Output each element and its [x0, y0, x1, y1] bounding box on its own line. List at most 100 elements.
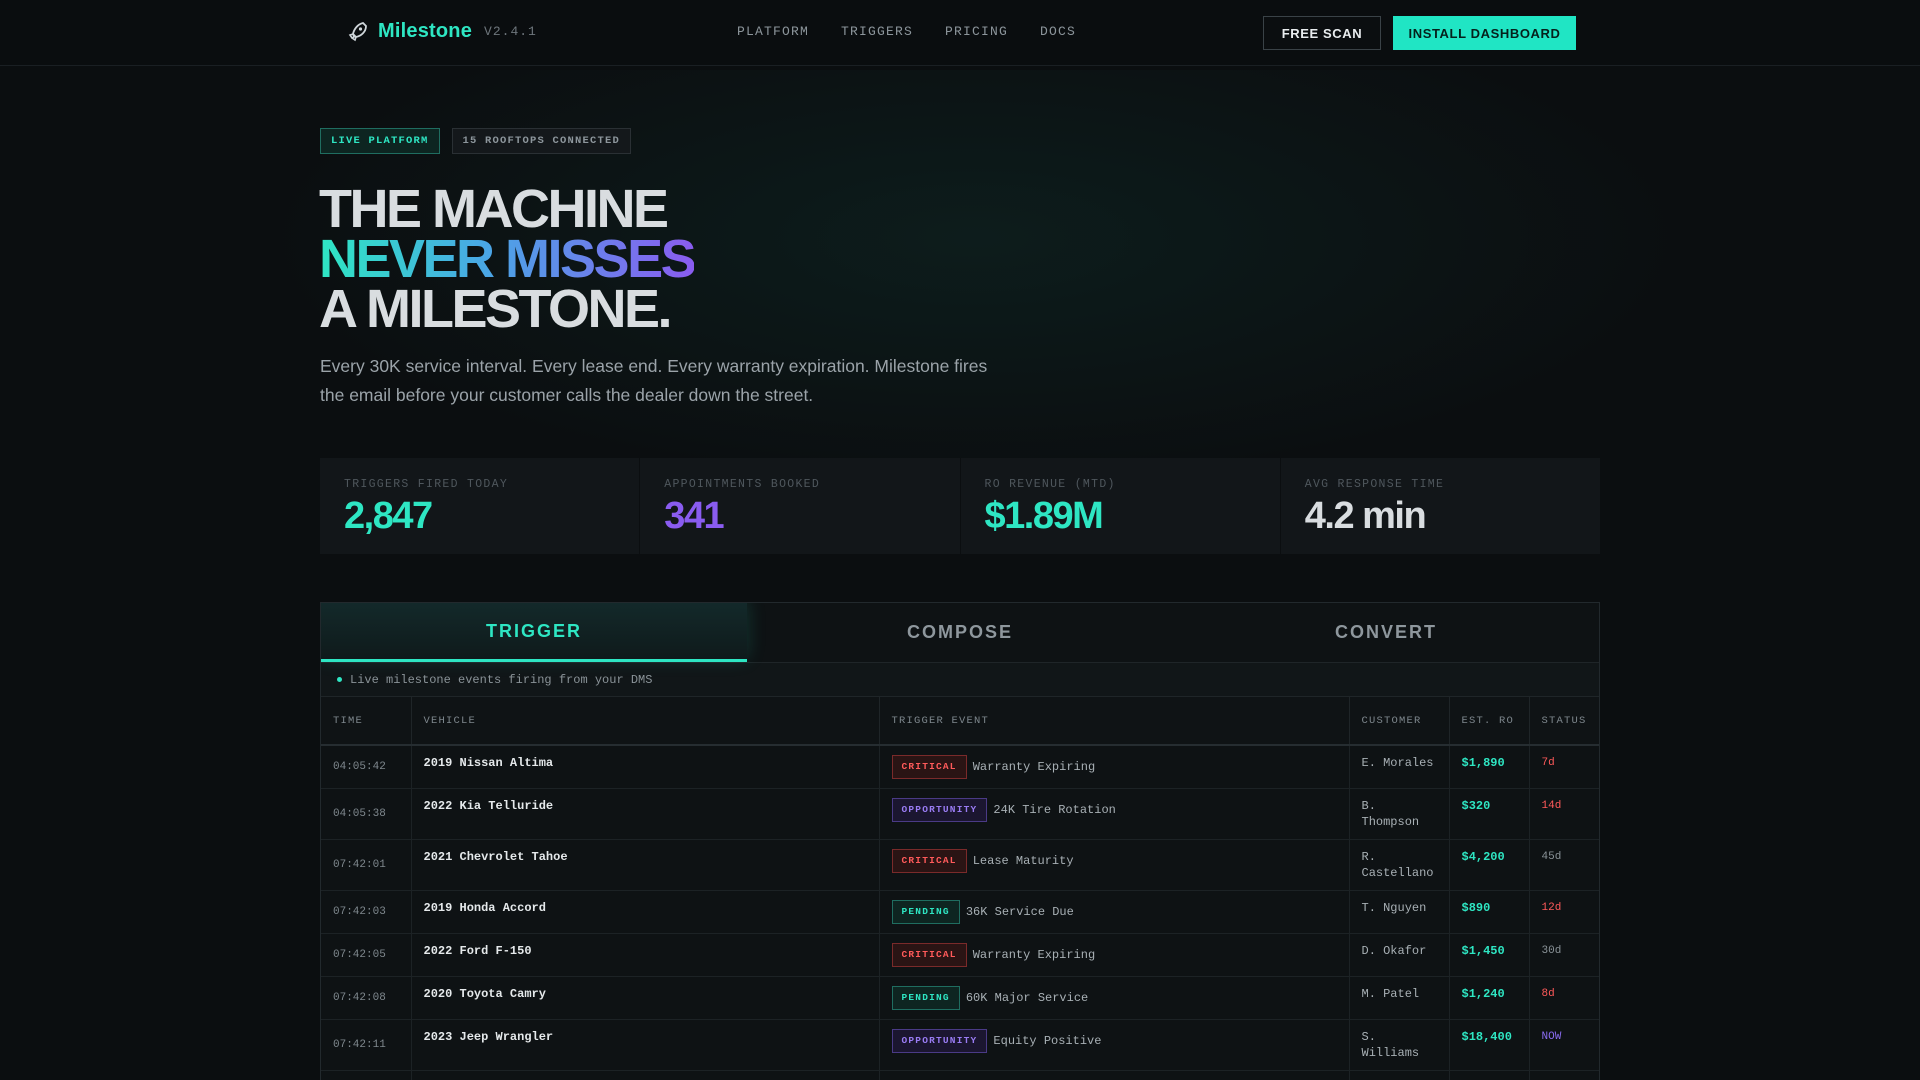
cell-trigger-event: PENDING30K Oil + Inspection: [879, 1070, 1350, 1080]
table-row[interactable]: 07:42:01 2021 Chevrolet Tahoe CRITICAL Leas…: [321, 839, 1599, 891]
col-header-est-ro[interactable]: EST. RO: [1449, 697, 1530, 746]
tab-compose[interactable]: COMPOSE: [747, 603, 1173, 662]
cell-time: 07:42:01: [321, 839, 412, 891]
stat-label: APPOINTMENTS BOOKED: [664, 478, 821, 491]
version-label: V2.4.1: [484, 24, 537, 39]
table-header-row: TIME VEHICLE TRIGGER EVENT CUSTOMER EST.…: [321, 697, 1599, 746]
hero-line-1: THE MACHINE: [319, 179, 669, 239]
cell-trigger-event: CRITICAL Warranty Expiring: [879, 745, 1350, 789]
cell-vehicle: 2020 BMW 3 Series: [411, 1070, 880, 1080]
stat-label: AVG RESPONSE TIME: [1304, 478, 1445, 491]
nav-link-platform[interactable]: PLATFORM: [737, 24, 809, 39]
stat-value: 341: [664, 495, 724, 537]
cell-vehicle: 2022 Kia Telluride: [411, 788, 880, 840]
stat-label: TRIGGERS FIRED TODAY: [344, 478, 509, 491]
stats-bar: TRIGGERS FIRED TODAY 2,847 APPOINTMENTS …: [320, 458, 1600, 554]
col-header-status[interactable]: STATUS: [1529, 697, 1599, 746]
table-row[interactable]: 07:42:08 2020 Toyota Camry PENDING 60K Majo…: [321, 976, 1599, 1020]
tab-trigger[interactable]: TRIGGER: [321, 603, 747, 662]
cell-customer: D. Okafor: [1349, 933, 1450, 977]
cell-est-ro: $890: [1449, 890, 1530, 934]
table-row[interactable]: 07:42:03 2019 Honda Accord PENDING 36K Serv…: [321, 890, 1599, 934]
event-severity-badge: PENDING: [891, 986, 960, 1010]
cell-time: 07:42:14: [321, 1070, 412, 1080]
nav-link-pricing[interactable]: PRICING: [945, 24, 1008, 39]
tab-convert[interactable]: CONVERT: [1173, 603, 1599, 662]
free-scan-button[interactable]: FREE SCAN: [1263, 16, 1381, 50]
cell-vehicle: 2023 Jeep Wrangler: [411, 1019, 880, 1071]
brand[interactable]: Milestone V2.4.1: [348, 20, 537, 43]
cell-status: 7d: [1529, 745, 1599, 789]
brand-name: Milestone: [378, 20, 473, 42]
nav-link-docs[interactable]: DOCS: [1040, 24, 1076, 39]
live-platform-badge: LIVE PLATFORM: [320, 128, 440, 154]
hero-subtext: Every 30K service interval. Every lease …: [320, 356, 988, 405]
tab-bar: TRIGGER COMPOSE CONVERT: [321, 603, 1599, 663]
stat-label: RO REVENUE (MTD): [984, 478, 1116, 491]
cell-customer: J. Kowalski: [1349, 1070, 1450, 1080]
event-label: 60K Major Service: [965, 991, 1089, 1005]
table-row[interactable]: 04:05:38 2022 Kia Telluride OPPORTUNITY 24K…: [321, 788, 1599, 840]
cell-status: 6d: [1529, 1070, 1599, 1080]
col-header-trigger-event[interactable]: TRIGGER EVENT: [879, 697, 1350, 746]
cell-customer: B. Thompson: [1349, 788, 1450, 840]
event-severity-badge: PENDING: [891, 900, 960, 924]
stat-triggers: TRIGGERS FIRED TODAY 2,847: [320, 458, 641, 554]
cell-time: 04:05:38: [321, 788, 412, 840]
cell-status: 12d: [1529, 890, 1599, 934]
cell-vehicle: 2019 Honda Accord: [411, 890, 880, 934]
stat-revenue: RO REVENUE (MTD) $1.89M: [961, 458, 1281, 554]
table-row[interactable]: 07:42:05 2022 Ford F-150 CRITICAL Warranty …: [321, 933, 1599, 977]
cell-trigger-event: CRITICAL Warranty Expiring: [879, 933, 1350, 977]
cell-status: 14d: [1529, 788, 1599, 840]
col-header-vehicle[interactable]: VEHICLE: [411, 697, 880, 746]
live-feed-text: Live milestone events firing from your D…: [350, 672, 653, 687]
live-dot-icon: [337, 677, 342, 682]
event-label: Lease Maturity: [972, 854, 1074, 868]
event-label: Warranty Expiring: [972, 948, 1096, 962]
events-table: TIME VEHICLE TRIGGER EVENT CUSTOMER EST.…: [321, 697, 1599, 1080]
cell-vehicle: 2022 Ford F-150: [411, 933, 880, 977]
cell-trigger-event: PENDING 36K Service Due: [879, 890, 1350, 934]
event-label: 24K Tire Rotation: [993, 803, 1116, 817]
cell-customer: E. Morales: [1349, 745, 1450, 789]
event-severity-badge: CRITICAL: [891, 849, 967, 873]
cell-customer: T. Nguyen: [1349, 890, 1450, 934]
live-feed-caption: Live milestone events firing from your D…: [321, 663, 1599, 697]
cell-est-ro: $18,400: [1449, 1019, 1530, 1071]
cell-vehicle: 2021 Chevrolet Tahoe: [411, 839, 880, 891]
col-header-customer[interactable]: CUSTOMER: [1349, 697, 1450, 746]
rooftops-badge: 15 ROOFTOPS CONNECTED: [451, 128, 632, 154]
hero-headline: THE MACHINE NEVER MISSES A MILESTONE.: [319, 179, 697, 339]
nav-link-triggers[interactable]: TRIGGERS: [841, 24, 913, 39]
table-body: 04:05:42 2019 Nissan Altima CRITICAL Warran…: [321, 745, 1599, 1080]
hero-line-3: A MILESTONE.: [319, 279, 673, 339]
cell-vehicle: 2020 Toyota Camry: [411, 976, 880, 1020]
table-row[interactable]: 07:42:11 2023 Jeep Wrangler OPPORTUNITY Equ…: [321, 1019, 1599, 1071]
event-label: Warranty Expiring: [972, 760, 1096, 774]
col-header-time[interactable]: TIME: [321, 697, 412, 746]
cell-customer: R. Castellano: [1349, 839, 1450, 891]
stat-appointments: APPOINTMENTS BOOKED 341: [640, 458, 961, 554]
table-row[interactable]: 04:05:42 2019 Nissan Altima CRITICAL Warran…: [321, 745, 1599, 789]
cell-customer: M. Patel: [1349, 976, 1450, 1020]
event-severity-badge: OPPORTUNITY: [891, 798, 988, 822]
cell-status: 30d: [1529, 933, 1599, 977]
cell-time: 07:42:03: [321, 890, 412, 934]
status-badges: LIVE PLATFORM 15 ROOFTOPS CONNECTED: [320, 128, 632, 154]
stat-value: 2,847: [344, 495, 433, 537]
hero-line-2: NEVER MISSES: [319, 229, 697, 289]
event-label: 36K Service Due: [965, 905, 1074, 919]
event-label: Equity Positive: [993, 1034, 1102, 1048]
cell-trigger-event: CRITICAL Lease Maturity: [879, 839, 1350, 891]
cell-status: 45d: [1529, 839, 1599, 891]
install-dashboard-button[interactable]: INSTALL DASHBOARD: [1393, 16, 1576, 50]
rocket-icon: [348, 21, 368, 43]
trigger-panel: TRIGGER COMPOSE CONVERT Live milestone e…: [320, 602, 1600, 1080]
cell-time: 04:05:42: [321, 745, 412, 789]
main-menu: PLATFORM TRIGGERS PRICING DOCS: [737, 24, 1076, 39]
cell-trigger-event: OPPORTUNITY Equity Positive: [879, 1019, 1350, 1071]
event-severity-badge: OPPORTUNITY: [891, 1029, 988, 1053]
cell-est-ro: $320: [1449, 788, 1530, 840]
table-row[interactable]: 07:42:142020 BMW 3 SeriesPENDING30K Oil …: [321, 1070, 1599, 1080]
